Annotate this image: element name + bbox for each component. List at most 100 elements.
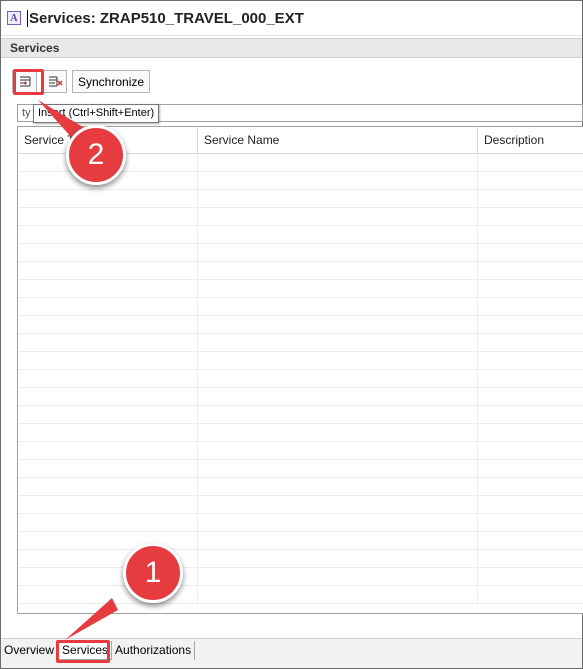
table-cell[interactable] <box>478 496 583 513</box>
table-cell[interactable] <box>18 316 198 333</box>
table-cell[interactable] <box>198 334 478 351</box>
table-cell[interactable] <box>18 460 198 477</box>
table-row[interactable] <box>18 532 583 550</box>
table-cell[interactable] <box>18 442 198 459</box>
table-cell[interactable] <box>478 478 583 495</box>
table-cell[interactable] <box>18 244 198 261</box>
table-row[interactable] <box>18 262 583 280</box>
table-row[interactable] <box>18 190 583 208</box>
table-cell[interactable] <box>198 496 478 513</box>
table-cell[interactable] <box>478 406 583 423</box>
table-row[interactable] <box>18 496 583 514</box>
table-row[interactable] <box>18 442 583 460</box>
table-row[interactable] <box>18 388 583 406</box>
table-row[interactable] <box>18 406 583 424</box>
table-cell[interactable] <box>198 226 478 243</box>
table-cell[interactable] <box>18 190 198 207</box>
tab-services[interactable]: Services <box>58 641 113 660</box>
table-row[interactable] <box>18 586 583 604</box>
column-header-service-name[interactable]: Service Name <box>198 127 478 153</box>
table-cell[interactable] <box>18 352 198 369</box>
table-cell[interactable] <box>198 316 478 333</box>
insert-button[interactable] <box>12 70 37 93</box>
table-cell[interactable] <box>198 244 478 261</box>
table-cell[interactable] <box>198 442 478 459</box>
table-cell[interactable] <box>18 406 198 423</box>
tab-authorizations[interactable]: Authorizations <box>112 641 196 660</box>
table-cell[interactable] <box>478 280 583 297</box>
table-cell[interactable] <box>198 208 478 225</box>
table-cell[interactable] <box>18 280 198 297</box>
table-cell[interactable] <box>18 208 198 225</box>
table-cell[interactable] <box>478 226 583 243</box>
table-row[interactable] <box>18 316 583 334</box>
table-cell[interactable] <box>198 172 478 189</box>
table-cell[interactable] <box>198 568 478 585</box>
table-row[interactable] <box>18 550 583 568</box>
table-row[interactable] <box>18 352 583 370</box>
table-cell[interactable] <box>18 532 198 549</box>
table-cell[interactable] <box>478 172 583 189</box>
table-cell[interactable] <box>478 460 583 477</box>
table-cell[interactable] <box>478 442 583 459</box>
table-cell[interactable] <box>478 352 583 369</box>
table-cell[interactable] <box>198 424 478 441</box>
table-row[interactable] <box>18 208 583 226</box>
table-row[interactable] <box>18 514 583 532</box>
table-cell[interactable] <box>478 334 583 351</box>
table-cell[interactable] <box>18 262 198 279</box>
table-cell[interactable] <box>198 262 478 279</box>
table-row[interactable] <box>18 280 583 298</box>
table-cell[interactable] <box>478 550 583 567</box>
table-cell[interactable] <box>198 460 478 477</box>
table-cell[interactable] <box>198 154 478 171</box>
table-cell[interactable] <box>198 280 478 297</box>
table-cell[interactable] <box>198 406 478 423</box>
table-cell[interactable] <box>478 370 583 387</box>
table-cell[interactable] <box>478 514 583 531</box>
table-row[interactable] <box>18 298 583 316</box>
table-cell[interactable] <box>478 244 583 261</box>
table-cell[interactable] <box>18 514 198 531</box>
table-cell[interactable] <box>478 208 583 225</box>
synchronize-button[interactable]: Synchronize <box>72 70 151 93</box>
table-row[interactable] <box>18 226 583 244</box>
table-cell[interactable] <box>18 424 198 441</box>
table-cell[interactable] <box>478 154 583 171</box>
table-row[interactable] <box>18 478 583 496</box>
table-cell[interactable] <box>478 424 583 441</box>
table-row[interactable] <box>18 244 583 262</box>
table-cell[interactable] <box>198 532 478 549</box>
table-cell[interactable] <box>478 532 583 549</box>
table-cell[interactable] <box>18 370 198 387</box>
table-cell[interactable] <box>198 370 478 387</box>
table-cell[interactable] <box>198 550 478 567</box>
table-cell[interactable] <box>198 514 478 531</box>
table-cell[interactable] <box>198 352 478 369</box>
table-cell[interactable] <box>478 316 583 333</box>
table-cell[interactable] <box>478 298 583 315</box>
table-cell[interactable] <box>18 496 198 513</box>
table-row[interactable] <box>18 424 583 442</box>
table-cell[interactable] <box>478 568 583 585</box>
tab-overview[interactable]: Overview <box>1 641 59 660</box>
table-cell[interactable] <box>18 334 198 351</box>
table-cell[interactable] <box>198 586 478 603</box>
column-header-description[interactable]: Description <box>478 127 583 153</box>
table-cell[interactable] <box>478 190 583 207</box>
table-cell[interactable] <box>478 262 583 279</box>
table-cell[interactable] <box>18 226 198 243</box>
table-cell[interactable] <box>18 298 198 315</box>
table-row[interactable] <box>18 460 583 478</box>
table-cell[interactable] <box>18 478 198 495</box>
table-row[interactable] <box>18 370 583 388</box>
table-row[interactable] <box>18 334 583 352</box>
table-row[interactable] <box>18 568 583 586</box>
table-cell[interactable] <box>18 388 198 405</box>
table-cell[interactable] <box>198 190 478 207</box>
table-cell[interactable] <box>198 298 478 315</box>
table-cell[interactable] <box>478 388 583 405</box>
table-cell[interactable] <box>198 388 478 405</box>
table-cell[interactable] <box>478 586 583 603</box>
table-cell[interactable] <box>198 478 478 495</box>
